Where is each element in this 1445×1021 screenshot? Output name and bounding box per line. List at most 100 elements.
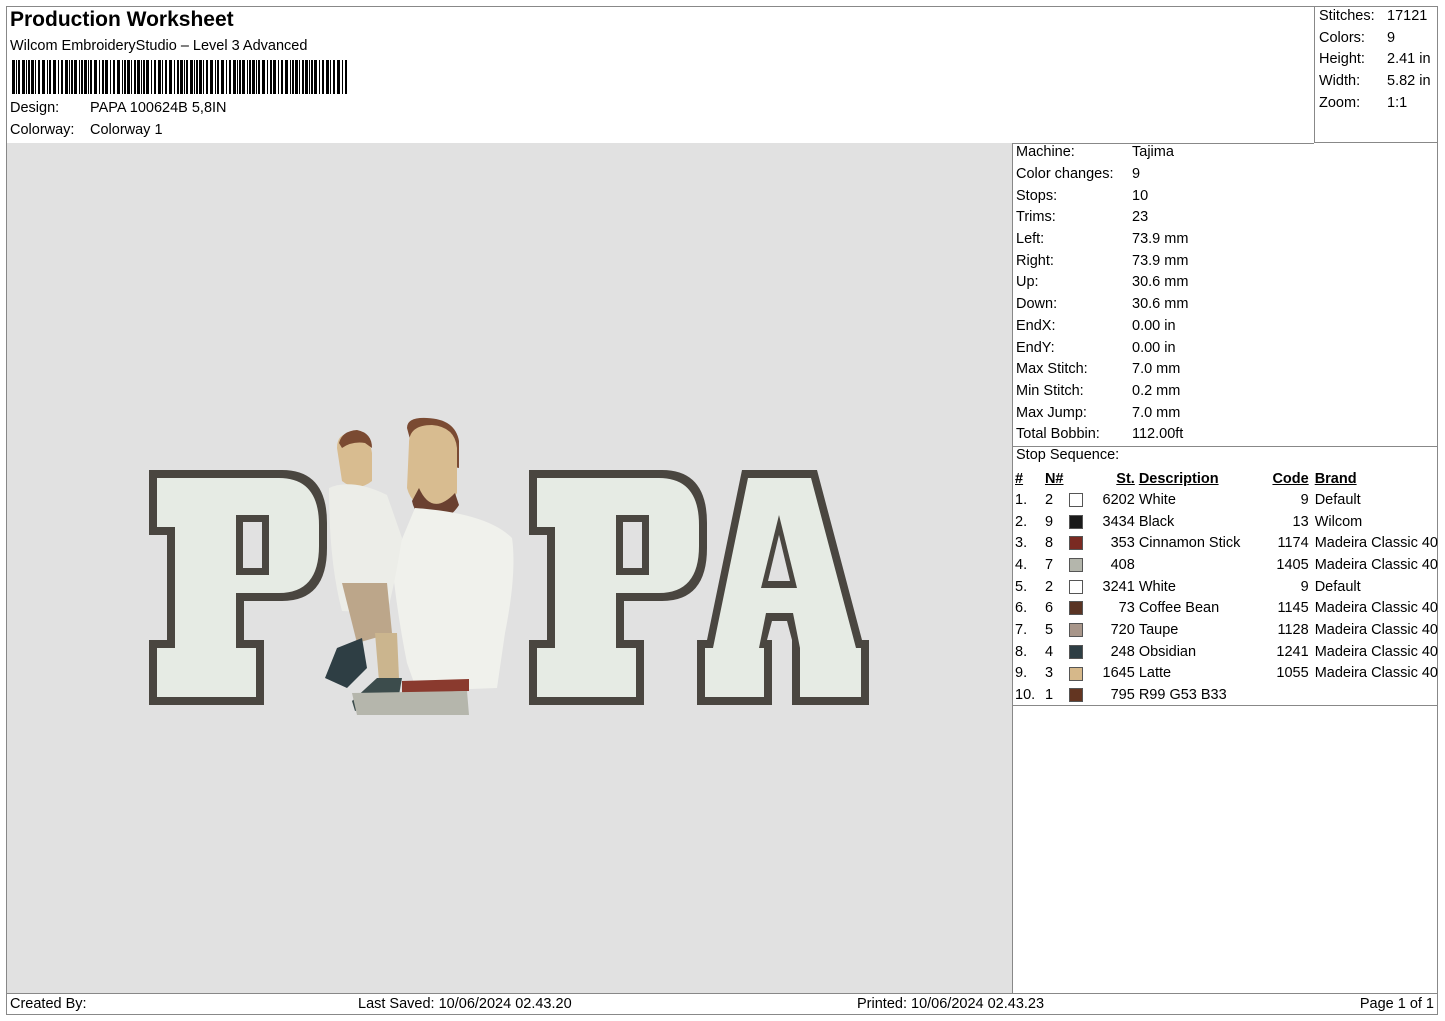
color-swatch-box [1068, 493, 1083, 508]
row-number: 10. [1015, 687, 1036, 704]
table-row: 8. 4 248 Obsidian 1241 Madeira Classic 40 [1015, 641, 1438, 663]
row-number: 9. [1015, 665, 1028, 682]
stat-height: Height: 2.41 in [1319, 51, 1431, 67]
stitch-count: 720 [1110, 621, 1135, 638]
created-by: Created By: [10, 996, 87, 1012]
color-description: White [1138, 491, 1176, 508]
table-row: 4. 7 408 1405 Madeira Classic 40 [1015, 554, 1438, 576]
color-swatch-box [1068, 579, 1083, 594]
row-number: 2. [1015, 513, 1028, 530]
info-left: Left: 73.9 mm [1016, 231, 1189, 247]
color-swatch [1068, 489, 1089, 511]
needle-number: 3 [1044, 665, 1054, 682]
page-number: Page 1 of 1 [1359, 996, 1434, 1012]
stitch-count: 3434 [1102, 513, 1135, 530]
machine-info-panel: Machine: Tajima Color changes: 9 Stops: 10 … [1013, 143, 1438, 993]
color-code [1259, 684, 1315, 706]
info-stops: Stops: 10 [1016, 188, 1149, 204]
color-description: White [1138, 578, 1176, 595]
color-code: 1241 [1276, 643, 1309, 660]
colorway-label: Colorway: [10, 122, 75, 138]
color-code: 1145 [1277, 600, 1309, 617]
color-description: Taupe [1138, 621, 1179, 638]
color-description: Coffee Bean [1138, 600, 1220, 617]
color-swatch [1068, 532, 1089, 554]
color-swatch-box [1068, 688, 1083, 703]
color-description: Black [1138, 513, 1175, 530]
table-row: 3. 8 353 Cinnamon Stick 1174 Madeira Classic … [1015, 532, 1438, 554]
info-max-jump: Max Jump: 7.0 mm [1016, 405, 1181, 421]
table-header-row: # N# St. Description Code Brand [1015, 468, 1438, 489]
col-header-num: # [1015, 470, 1024, 487]
info-down: Down: 30.6 mm [1016, 296, 1189, 312]
stat-colors: Colors: 9 [1319, 30, 1396, 46]
thread-brand: Madeira Classic 40 [1314, 535, 1438, 552]
stitch-count: 6202 [1102, 491, 1135, 508]
col-header-swatch [1069, 468, 1089, 489]
needle-number: 8 [1044, 535, 1054, 552]
worksheet-footer: Created By: Last Saved: 10/06/2024 02.43… [6, 993, 1438, 1016]
father-child-illustration [325, 417, 514, 715]
color-swatch [1068, 619, 1089, 641]
letter-p-second [529, 470, 707, 705]
stitch-count: 248 [1110, 643, 1135, 660]
thread-brand: Default [1314, 491, 1361, 508]
color-swatch-box [1068, 536, 1083, 551]
row-number: 6. [1015, 600, 1028, 617]
info-up: Up: 30.6 mm [1016, 274, 1189, 290]
thread-brand: Madeira Classic 40 [1314, 621, 1438, 638]
color-swatch-box [1068, 623, 1083, 638]
thread-brand: Madeira Classic 40 [1314, 600, 1438, 617]
design-row: Design: PAPA 100624B 5,8IN [10, 100, 227, 116]
table-row: 1. 2 6202 White 9 Default [1015, 489, 1438, 511]
thread-brand: Madeira Classic 40 [1314, 556, 1438, 573]
needle-number: 1 [1044, 687, 1054, 704]
color-swatch [1068, 684, 1089, 706]
row-number: 8. [1015, 643, 1028, 660]
letter-p-first [149, 470, 327, 705]
divider [1013, 705, 1438, 706]
color-code: 1405 [1276, 556, 1309, 573]
color-description: R99 G53 B33 [1138, 687, 1227, 704]
color-description [1139, 554, 1259, 576]
stop-sequence-title: Stop Sequence: [1016, 447, 1120, 463]
colorway-value: Colorway 1 [90, 122, 163, 138]
color-description: Obsidian [1138, 643, 1197, 660]
col-header-code: Code [1272, 470, 1309, 487]
col-header-brand: Brand [1314, 470, 1357, 487]
needle-number: 7 [1044, 556, 1054, 573]
thread-brand [1315, 684, 1438, 706]
design-label: Design: [10, 100, 60, 116]
color-swatch-box [1068, 601, 1083, 616]
info-max-stitch: Max Stitch: 7.0 mm [1016, 361, 1181, 377]
needle-number: 5 [1044, 621, 1054, 638]
stitch-count: 353 [1110, 535, 1135, 552]
printed-date: Printed: 10/06/2024 02.43.23 [857, 996, 1045, 1012]
color-swatch [1068, 576, 1089, 598]
stitch-count: 408 [1110, 556, 1135, 573]
needle-number: 4 [1044, 643, 1054, 660]
info-right: Right: 73.9 mm [1016, 253, 1189, 269]
stats-panel: Stitches: 17121 Colors: 9 Height: 2.41 in W… [1314, 6, 1438, 143]
thread-brand: Madeira Classic 40 [1314, 665, 1438, 682]
last-saved: Last Saved: 10/06/2024 02.43.20 [358, 996, 572, 1012]
letter-a [697, 470, 869, 705]
needle-number: 2 [1044, 491, 1054, 508]
color-swatch [1068, 597, 1089, 619]
row-number: 3. [1015, 535, 1028, 552]
info-endx: EndX: 0.00 in [1016, 318, 1176, 334]
col-header-description: Description [1138, 470, 1219, 487]
stitch-count: 3241 [1102, 578, 1135, 595]
info-total-bobbin: Total Bobbin: 112.00ft [1016, 426, 1184, 442]
table-row: 5. 2 3241 White 9 Default [1015, 576, 1438, 598]
col-header-stitches: St. [1116, 470, 1135, 487]
design-preview-canvas [7, 143, 1013, 993]
table-row: 7. 5 720 Taupe 1128 Madeira Classic 40 [1015, 619, 1438, 641]
color-swatch-box [1068, 514, 1083, 529]
table-row: 9. 3 1645 Latte 1055 Madeira Classic 40 [1015, 663, 1438, 685]
table-row: 10. 1 795 R99 G53 B33 [1015, 684, 1438, 706]
needle-number: 9 [1044, 513, 1054, 530]
color-swatch-box [1068, 666, 1083, 681]
stitch-count: 1645 [1102, 665, 1135, 682]
info-machine: Machine: Tajima [1016, 144, 1174, 160]
